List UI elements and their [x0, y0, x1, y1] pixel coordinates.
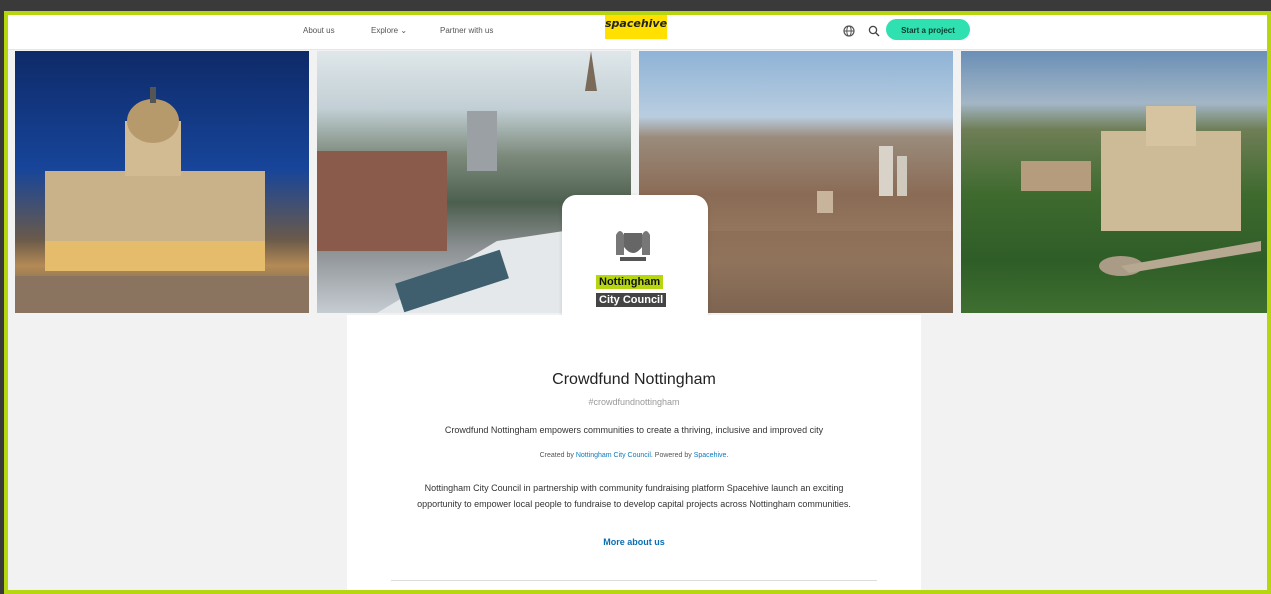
screenshot-frame: About us Explore ⌄ Partner with us space… [4, 11, 1271, 594]
photo-council-house [15, 51, 309, 313]
coat-of-arms-icon [612, 225, 654, 270]
page-title: Crowdfund Nottingham [552, 371, 716, 388]
nottingham-council-link[interactable]: Nottingham City Council [576, 452, 651, 459]
nav-about-link[interactable]: About us [303, 26, 335, 35]
top-nav: About us Explore ⌄ Partner with us space… [8, 15, 1267, 50]
credit-line: Created by Nottingham City Council. Powe… [347, 452, 921, 459]
description-text: Nottingham City Council in partnership w… [417, 483, 851, 509]
search-icon[interactable] [868, 24, 880, 37]
globe-icon[interactable] [843, 24, 855, 37]
spacehive-logo[interactable]: spacehive [605, 15, 667, 39]
nav-explore-dropdown[interactable]: Explore ⌄ [371, 26, 407, 35]
intro-text: Crowdfund Nottingham empowers communitie… [444, 425, 824, 435]
divider [391, 580, 877, 581]
more-about-us-link[interactable]: More about us [347, 537, 921, 547]
nav-partner-link[interactable]: Partner with us [440, 26, 493, 35]
logo-line-nottingham: Nottingham [596, 275, 664, 289]
created-by-label: Created by [539, 452, 576, 459]
start-project-button[interactable]: Start a project [886, 19, 970, 40]
logo-line-city-council: City Council [596, 293, 667, 307]
content-card: Crowdfund Nottingham #crowdfundnottingha… [347, 315, 921, 590]
powered-by-label: . Powered by [650, 452, 694, 459]
spacehive-link[interactable]: Spacehive [694, 452, 727, 459]
hashtag: #crowdfundnottingham [588, 397, 680, 407]
photo-wollaton-hall [961, 51, 1267, 313]
credit-end: . [726, 452, 729, 459]
